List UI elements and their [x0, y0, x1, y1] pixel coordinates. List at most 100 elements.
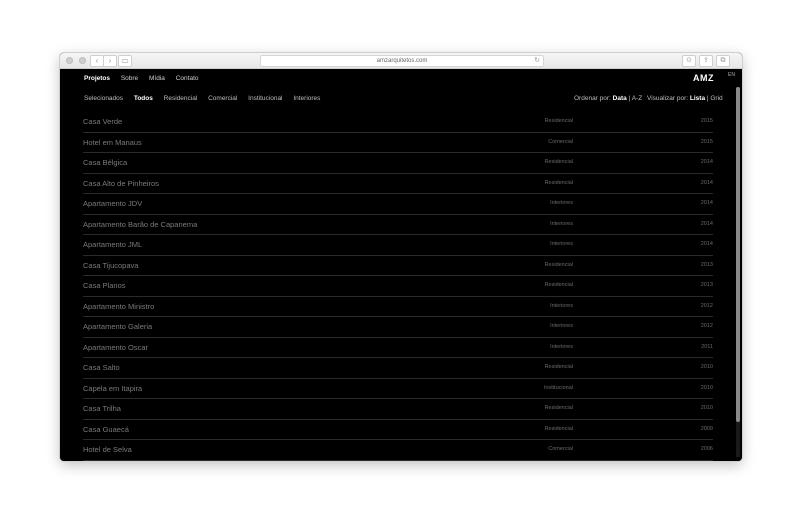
project-year: 2014 [700, 200, 713, 206]
project-row[interactable]: Apartamento Galeria Interiores 2012 [83, 317, 713, 338]
nav-item-sobre[interactable]: Sobre [121, 75, 138, 82]
nav-item-contato[interactable]: Contato [176, 75, 199, 82]
project-row[interactable]: Apartamento Barão de Capanema Interiores 2… [83, 215, 713, 235]
project-year: 2014 [700, 241, 713, 247]
project-category: Interiores [550, 302, 573, 309]
project-row[interactable]: Casa Bélgica Residencial 2014 [83, 153, 713, 174]
project-category: Residencial [544, 118, 573, 124]
tabs-button[interactable]: ⧉ [716, 55, 730, 67]
project-row[interactable]: Casa Salto Residencial 2010 [83, 358, 713, 379]
project-row[interactable]: Casa Planos Residencial 2013 [83, 276, 713, 297]
minimize-window-button[interactable] [79, 57, 87, 64]
project-row[interactable]: Apartamento JML Interiores 2014 [83, 235, 713, 256]
filter-comercial[interactable]: Comercial [208, 95, 237, 102]
project-year: 2012 [700, 302, 713, 309]
project-year: 2010 [700, 405, 713, 411]
filter-todos[interactable]: Todos [134, 95, 153, 102]
project-row[interactable]: Capela em Itapira Institucional 2010 [83, 379, 713, 399]
project-name: Hotel de Selva [83, 445, 132, 454]
scrollbar-thumb[interactable] [736, 87, 740, 422]
filter-residencial[interactable]: Residencial [164, 95, 198, 102]
project-name: Casa Guaecá [83, 424, 129, 434]
project-row[interactable]: Casa Verde Residencial 2015 [83, 112, 713, 133]
browser-toolbar: ‹ › ▭ amzarquitetos.com ↻ ⊙ ⇪ ⧉ [60, 53, 742, 69]
project-year: 2014 [700, 220, 713, 227]
downloads-button[interactable]: ⊙ [682, 55, 696, 67]
language-switch[interactable]: EN [728, 72, 735, 78]
project-list: Casa Verde Residencial 2015 Hotel em Manaus… [83, 112, 713, 461]
project-year: 2015 [700, 138, 713, 145]
project-row[interactable]: Casa Guaecá Residencial 2009 [83, 420, 713, 440]
project-row[interactable]: Hotel em Manaus Comercial 2015 [83, 133, 713, 153]
address-bar[interactable]: amzarquitetos.com ↻ [260, 55, 544, 67]
page-content: Projetos Sobre Mídia Contato AMZ EN Sele… [60, 69, 742, 461]
sort-control: Ordenar por: Data | A-Z [574, 95, 642, 102]
filter-institucional[interactable]: Institucional [248, 95, 282, 102]
sort-label: Ordenar por: [574, 95, 611, 102]
project-row[interactable]: Casa Trilha Residencial 2010 [83, 399, 713, 420]
project-name: Apartamento Galeria [83, 322, 153, 331]
project-category: Comercial [548, 446, 573, 452]
project-year: 2014 [700, 179, 713, 186]
tabs-icon: ⧉ [720, 57, 726, 64]
view-label: Visualizar por: [647, 95, 689, 102]
filter-selecionados[interactable]: Selecionados [84, 95, 123, 102]
project-year: 2015 [700, 118, 713, 124]
forward-button[interactable]: › [103, 55, 117, 67]
project-name: Apartamento JDV [83, 199, 143, 208]
category-filters: Selecionados Todos Residencial Comercial… [84, 95, 329, 102]
project-category: Interiores [550, 200, 573, 206]
filter-interiores[interactable]: Interiores [293, 95, 320, 102]
back-icon: ‹ [95, 56, 99, 65]
sort-az[interactable]: | A-Z [629, 95, 643, 102]
project-year: 2011 [701, 343, 713, 350]
project-name: Casa Trilha [83, 404, 121, 413]
project-category: Institucional [543, 384, 573, 391]
project-category: Interiores [550, 343, 573, 350]
close-window-button[interactable] [66, 57, 73, 64]
project-row[interactable]: Hotel de Selva Comercial 2006 [83, 440, 713, 461]
project-name: Hotel em Manaus [83, 137, 142, 147]
forward-icon: › [108, 56, 112, 65]
project-year: 2014 [700, 159, 713, 165]
project-year: 2013 [700, 261, 713, 268]
project-row[interactable]: Apartamento Ministro Interiores 2012 [83, 297, 713, 317]
project-name: Casa Verde [83, 117, 123, 126]
back-button[interactable]: ‹ [90, 55, 104, 67]
project-name: Casa Salto [83, 363, 120, 372]
view-list[interactable]: Lista [690, 95, 705, 102]
project-name: Capela em Itapira [83, 383, 143, 393]
project-category: Residencial [544, 425, 573, 432]
share-icon: ⇪ [703, 57, 709, 64]
project-category: Residencial [544, 159, 573, 165]
scrollbar[interactable] [736, 87, 740, 457]
project-year: 2010 [700, 364, 713, 370]
project-row[interactable]: Apartamento Oscar Interiores 2011 [83, 338, 713, 358]
project-category: Residencial [544, 261, 573, 268]
project-category: Comercial [548, 138, 573, 145]
project-category: Interiores [550, 323, 573, 329]
project-category: Interiores [550, 241, 573, 247]
share-button[interactable]: ⇪ [699, 55, 713, 67]
logo[interactable]: AMZ [693, 73, 714, 83]
view-grid[interactable]: | Grid [707, 95, 723, 102]
url-text: amzarquitetos.com [376, 58, 428, 64]
sidebar-button[interactable]: ▭ [118, 55, 132, 67]
view-control: Visualizar por: Lista | Grid [647, 95, 723, 102]
sort-date[interactable]: Data [613, 95, 627, 102]
project-year: 2009 [700, 425, 713, 432]
project-name: Casa Bélgica [83, 158, 128, 167]
reload-icon[interactable]: ↻ [534, 56, 540, 66]
project-row[interactable]: Casa Tijucopava Residencial 2013 [83, 256, 713, 276]
project-name: Apartamento Oscar [83, 342, 149, 352]
downloads-icon: ⊙ [686, 57, 692, 64]
project-name: Apartamento Barão de Capanema [83, 219, 198, 229]
project-category: Residencial [544, 364, 573, 370]
nav-item-midia[interactable]: Mídia [149, 75, 165, 82]
nav-item-projetos[interactable]: Projetos [84, 75, 110, 82]
project-row[interactable]: Casa Alto de Pinheiros Residencial 2014 [83, 174, 713, 194]
main-nav: Projetos Sobre Mídia Contato [84, 75, 208, 82]
project-row[interactable]: Apartamento JDV Interiores 2014 [83, 194, 713, 215]
project-name: Apartamento Ministro [83, 301, 155, 311]
project-year: 2012 [700, 323, 713, 329]
